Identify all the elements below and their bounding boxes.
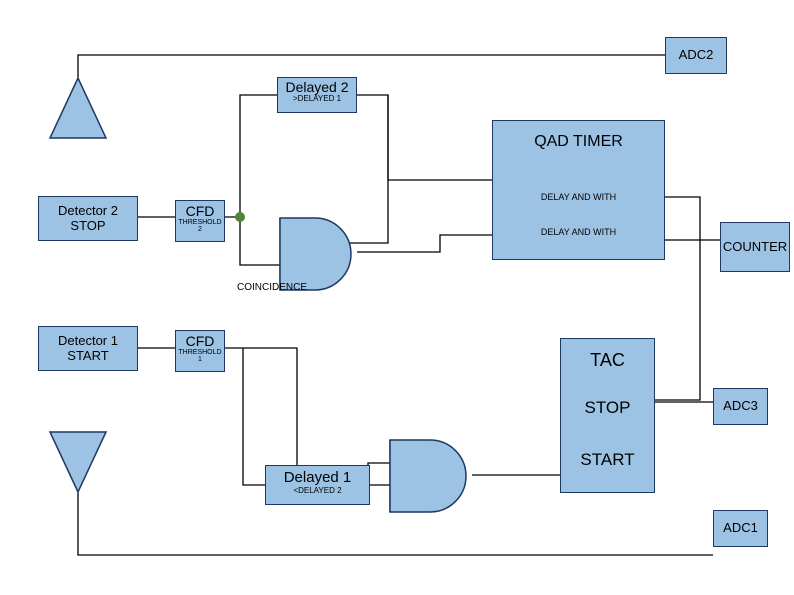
qad-line1: DELAY AND WITH — [541, 193, 616, 203]
block-delayed-1: Delayed 1 <DELAYED 2 — [265, 465, 370, 505]
qad-title: QAD TIMER — [534, 133, 623, 151]
cfd2-title: CFD — [186, 204, 215, 219]
cfd1-sub: THRESHOLD 1 — [176, 349, 224, 363]
label: ADC2 — [679, 48, 714, 62]
label: ADC1 — [723, 521, 758, 535]
qad-line2: DELAY AND WITH — [541, 228, 616, 238]
delayed1-title: Delayed 1 — [284, 470, 352, 487]
block-tac: TAC STOP START — [560, 338, 655, 493]
block-cfd-1: CFD THRESHOLD 1 — [175, 330, 225, 372]
cfd2-sub: THRESHOLD 2 — [176, 219, 224, 233]
label: COUNTER — [723, 240, 787, 254]
tac-start: START — [580, 451, 634, 470]
det1-l2: START — [67, 349, 108, 363]
block-detector-2: Detector 2 STOP — [38, 196, 138, 241]
delayed2-title: Delayed 2 — [285, 80, 348, 95]
block-cfd-2: CFD THRESHOLD 2 — [175, 200, 225, 242]
cfd1-title: CFD — [186, 334, 215, 349]
det2-l2: STOP — [70, 219, 105, 233]
block-qad-timer: QAD TIMER DELAY AND WITH DELAY AND WITH — [492, 120, 665, 260]
block-detector-1: Detector 1 START — [38, 326, 138, 371]
block-adc1: ADC1 — [713, 510, 768, 547]
det2-l1: Detector 2 — [58, 204, 118, 218]
block-counter: COUNTER — [720, 222, 790, 272]
block-adc3: ADC3 — [713, 388, 768, 425]
det1-l1: Detector 1 — [58, 334, 118, 348]
tac-stop: STOP — [585, 399, 631, 418]
diagram-lines — [0, 0, 794, 595]
block-adc2: ADC2 — [665, 37, 727, 74]
block-delayed-2: Delayed 2 >DELAYED 1 — [277, 77, 357, 113]
delayed2-sub: >DELAYED 1 — [293, 95, 341, 104]
label: ADC3 — [723, 399, 758, 413]
label-coincidence: COINCIDENCE — [237, 282, 307, 293]
delayed1-sub: <DELAYED 2 — [293, 487, 341, 496]
tac-title: TAC — [590, 351, 625, 371]
